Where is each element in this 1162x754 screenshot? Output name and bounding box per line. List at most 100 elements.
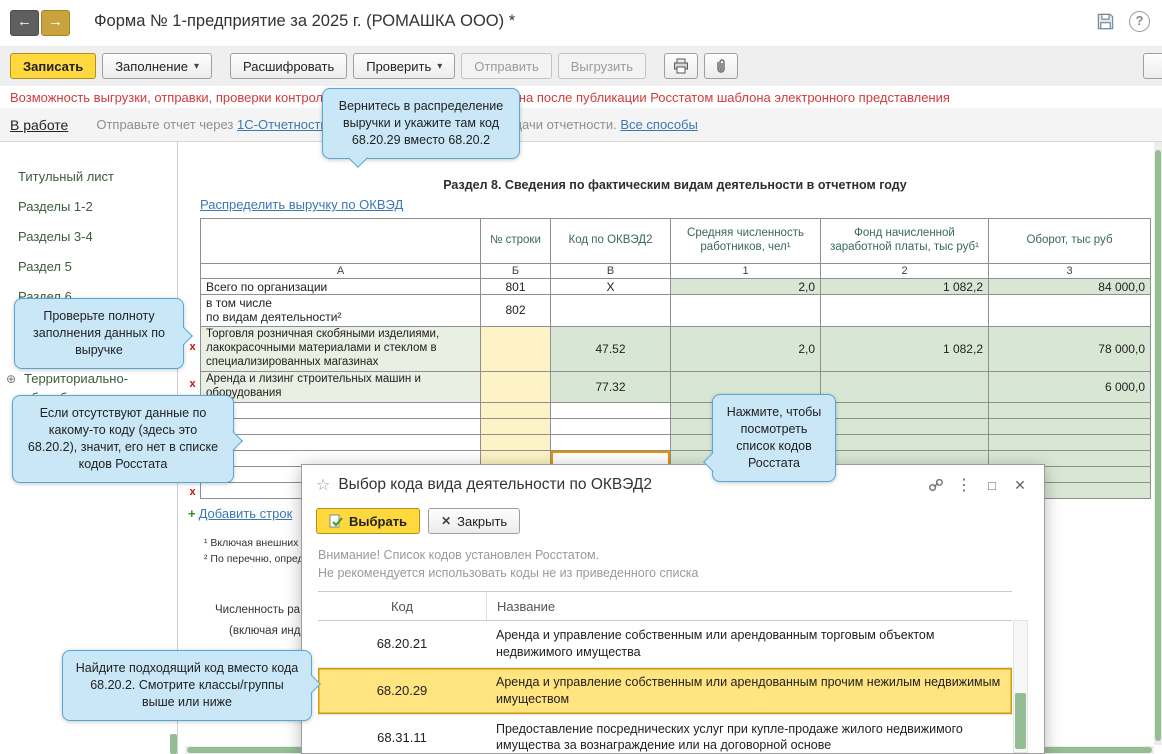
cell-label[interactable] xyxy=(200,401,481,419)
cell-line-no[interactable] xyxy=(480,370,551,403)
cell-turnover[interactable] xyxy=(988,433,1151,451)
section8-table: № строки Код по ОКВЭД2 Средняя численнос… xyxy=(200,218,1151,499)
delete-row-icon[interactable]: x xyxy=(186,486,199,499)
cell-okved[interactable] xyxy=(550,401,671,419)
table-letters-row: А Б В 1 2 3 xyxy=(200,263,1151,279)
distribute-revenue-link[interactable]: Распределить выручку по ОКВЭД xyxy=(200,197,403,212)
sidebar-scrollbar-thumb[interactable] xyxy=(170,734,177,754)
toolbar: Записать Заполнение ▾ Расшифровать Провер… xyxy=(0,46,1162,86)
close-button[interactable]: ✕ Закрыть xyxy=(428,508,521,534)
vertical-scrollbar[interactable] xyxy=(1154,142,1162,745)
tooltip-arrow xyxy=(348,147,368,168)
send-button[interactable]: Отправить xyxy=(461,53,552,79)
cell-line-no[interactable]: 802 xyxy=(480,294,551,327)
all-ways-link[interactable]: Все способы xyxy=(620,117,697,132)
cell-label[interactable] xyxy=(200,433,481,451)
chevron-down-icon: ▾ xyxy=(437,60,443,72)
cell-payroll[interactable] xyxy=(820,433,989,451)
cell-headcount[interactable]: 2,0 xyxy=(670,278,821,295)
window-restore-icon[interactable]: □ xyxy=(978,478,1006,493)
header-payroll: Фонд начисленной заработной платы, тыс р… xyxy=(820,218,989,264)
check-button[interactable]: Проверить ▾ xyxy=(353,53,456,79)
header-okved: Код по ОКВЭД2 xyxy=(550,218,671,264)
paperclip-icon xyxy=(713,58,729,74)
sidebar-item-sections-3-4[interactable]: Разделы 3-4 xyxy=(0,222,177,252)
cell-line-no[interactable] xyxy=(480,433,551,451)
back-button[interactable]: ← xyxy=(10,10,39,36)
cell-headcount[interactable] xyxy=(670,294,821,327)
cell-okved[interactable]: Х xyxy=(550,278,671,295)
okved-code: 68.20.21 xyxy=(376,636,428,652)
cell-okved[interactable] xyxy=(550,433,671,451)
report-state-link[interactable]: В работе xyxy=(10,117,68,133)
cell-turnover[interactable]: 78 000,0 xyxy=(988,325,1151,372)
export-button[interactable]: Выгрузить xyxy=(557,53,647,79)
okved-code: 68.31.11 xyxy=(377,729,427,745)
header-headcount: Средняя численность работников, чел¹ xyxy=(670,218,821,264)
more-menu-icon[interactable]: ⋮ xyxy=(950,475,978,495)
cell-turnover[interactable] xyxy=(988,294,1151,327)
section-title: Раздел 8. Сведения по фактическим видам … xyxy=(443,178,907,192)
cell-label[interactable]: в том числе по видам деятельности² xyxy=(200,294,481,327)
expand-icon[interactable]: ⊕ xyxy=(6,371,16,388)
print-button[interactable] xyxy=(664,53,699,79)
okved-name: Аренда и управление собственным или арен… xyxy=(496,674,1001,706)
add-row-link[interactable]: + Добавить строк xyxy=(188,506,292,521)
cell-okved[interactable] xyxy=(550,294,671,327)
dialog-scrollbar[interactable] xyxy=(1013,620,1028,753)
plus-icon: + xyxy=(188,506,196,521)
titlebar: ← → Форма № 1-предприятие за 2025 г. (РО… xyxy=(0,0,1162,46)
favorite-star-icon[interactable]: ☆ xyxy=(316,475,330,495)
forward-button[interactable]: → xyxy=(41,10,70,36)
more-actions-button[interactable] xyxy=(1143,53,1162,79)
scrollbar-thumb[interactable] xyxy=(1155,150,1161,741)
fill-button[interactable]: Заполнение ▾ xyxy=(102,53,212,79)
cell-payroll[interactable] xyxy=(820,401,989,419)
close-icon[interactable]: ✕ xyxy=(1006,477,1034,494)
delete-row-icon[interactable]: x xyxy=(186,378,199,391)
cell-turnover[interactable] xyxy=(988,417,1151,435)
cell-label[interactable]: Торговля розничная скобяными изделиями, … xyxy=(200,325,481,372)
delete-row-icon[interactable]: x xyxy=(186,341,199,354)
cell-okved[interactable]: 77.32 xyxy=(550,370,671,403)
select-button[interactable]: Выбрать xyxy=(316,508,421,534)
letter-3: 3 xyxy=(988,263,1151,279)
cell-label[interactable]: Всего по организации xyxy=(200,278,481,295)
cell-payroll[interactable] xyxy=(820,294,989,327)
cell-headcount[interactable]: 2,0 xyxy=(670,325,821,372)
save-icon[interactable] xyxy=(1096,12,1115,31)
cell-line-no[interactable] xyxy=(480,325,551,372)
cell-line-no[interactable]: 801 xyxy=(480,278,551,295)
cell-payroll[interactable]: 1 082,2 xyxy=(820,325,989,372)
write-button[interactable]: Записать xyxy=(10,53,97,79)
cell-label[interactable] xyxy=(200,417,481,435)
sidebar-item-title-page[interactable]: Титульный лист xyxy=(0,162,177,192)
table-row-incl: в том числе по видам деятельности² 802 xyxy=(200,294,1151,327)
decode-button[interactable]: Расшифровать xyxy=(229,53,348,79)
cell-turnover[interactable]: 6 000,0 xyxy=(988,370,1151,403)
1c-reporting-link[interactable]: 1С-Отчетность xyxy=(237,117,327,132)
cell-okved[interactable]: 47.52 xyxy=(550,325,671,372)
sidebar-item-sections-1-2[interactable]: Разделы 1-2 xyxy=(0,192,177,222)
scrollbar-thumb[interactable] xyxy=(1015,693,1026,749)
column-code: Код xyxy=(318,592,487,620)
cell-line-no[interactable] xyxy=(480,417,551,435)
table-row-total: Всего по организации 801 Х 2,0 1 082,2 8… xyxy=(200,278,1151,295)
get-link-icon[interactable] xyxy=(922,477,950,493)
cell-turnover[interactable]: 84 000,0 xyxy=(988,278,1151,295)
cell-line-no[interactable] xyxy=(480,401,551,419)
okved-row[interactable]: 68.20.21 Аренда и управление собственным… xyxy=(318,621,1012,668)
header-line-no: № строки xyxy=(480,218,551,264)
cell-turnover[interactable] xyxy=(988,401,1151,419)
sidebar-item-section-5[interactable]: Раздел 5 xyxy=(0,252,177,282)
attach-button[interactable] xyxy=(704,53,739,79)
cell-okved[interactable] xyxy=(550,417,671,435)
cell-label[interactable]: Аренда и лизинг строительных машин и обо… xyxy=(200,370,481,403)
cell-payroll[interactable] xyxy=(820,417,989,435)
okved-row[interactable]: 68.31.11 Предоставление посреднических у… xyxy=(318,715,1012,754)
okved-row-selected[interactable]: 68.20.29 Аренда и управление собственным… xyxy=(318,667,1012,715)
cell-payroll[interactable] xyxy=(820,370,989,403)
help-icon[interactable]: ? xyxy=(1129,11,1150,32)
header-label xyxy=(200,218,481,264)
cell-payroll[interactable]: 1 082,2 xyxy=(820,278,989,295)
